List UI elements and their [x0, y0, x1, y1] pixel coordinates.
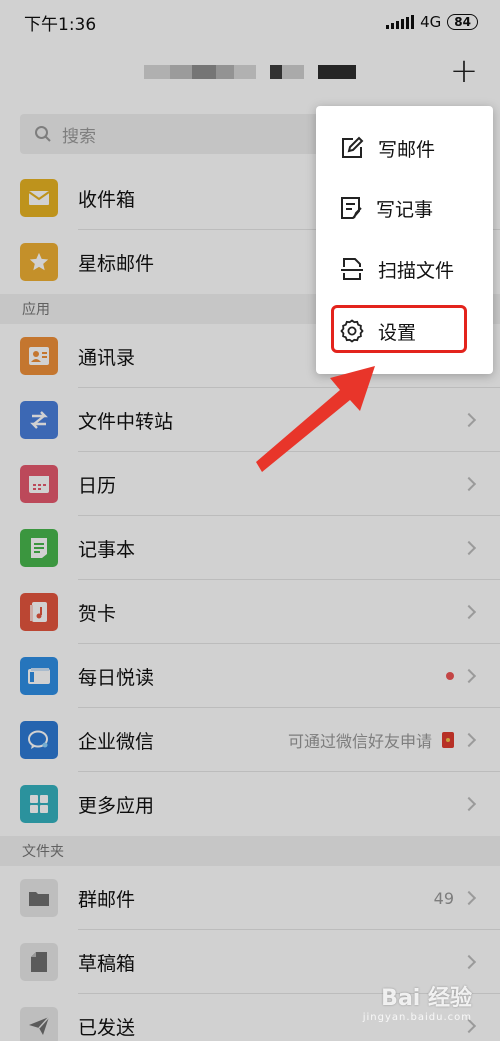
watermark-url: jingyan.baidu.com — [362, 1012, 472, 1023]
menu-item-compose[interactable]: 写邮件 — [316, 118, 493, 178]
scan-icon — [341, 258, 363, 280]
watermark-text: Bai 经验 — [381, 986, 472, 1011]
menu-item-label: 写邮件 — [378, 138, 436, 161]
note-icon — [341, 197, 362, 219]
menu-item-label: 扫描文件 — [378, 259, 455, 282]
baidu-watermark: Bai 经验 jingyan.baidu.com — [363, 980, 472, 1023]
menu-item-scan[interactable]: 扫描文件 — [316, 239, 493, 299]
menu-item-new-note[interactable]: 写记事 — [316, 178, 493, 238]
compose-icon — [342, 136, 364, 158]
settings-highlight-box — [331, 305, 467, 353]
menu-item-label: 写记事 — [376, 198, 434, 221]
